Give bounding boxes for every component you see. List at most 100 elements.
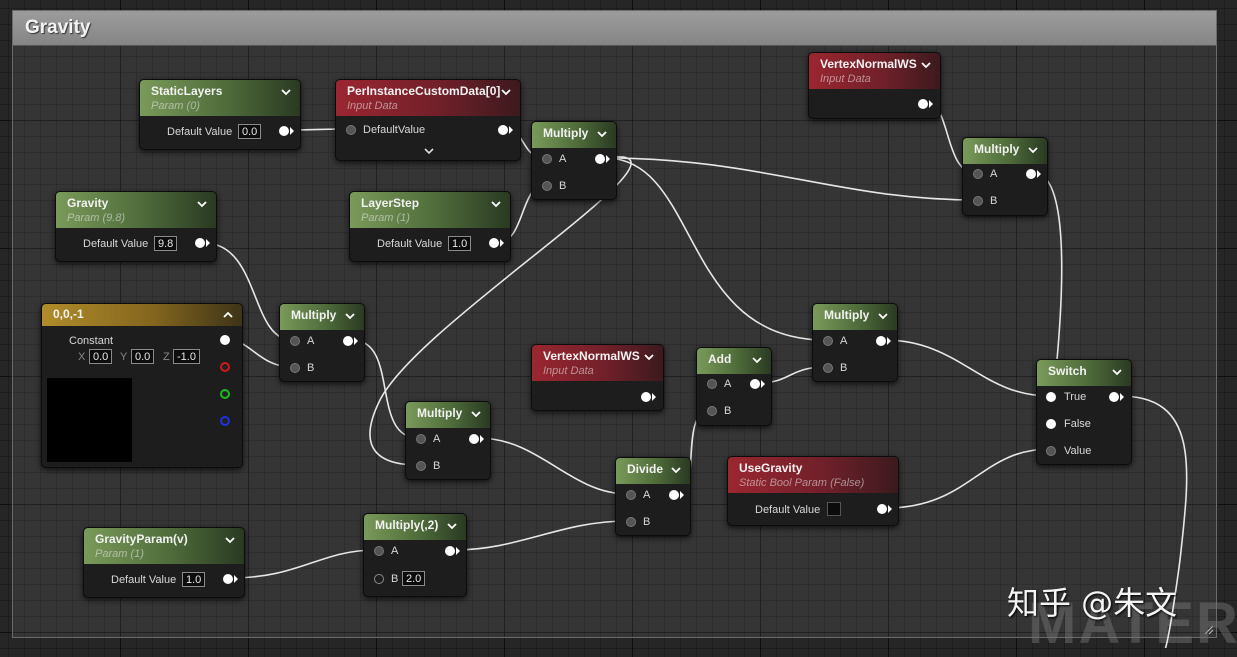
node-divide[interactable]: Divide A B [615, 457, 691, 536]
output-pin-b[interactable] [220, 416, 230, 426]
chevron-down-icon[interactable] [919, 58, 933, 72]
node-header[interactable]: Multiply [280, 304, 364, 330]
output-pin[interactable] [469, 434, 479, 444]
node-use-gravity[interactable]: UseGravity Static Bool Param (False) Def… [727, 456, 899, 526]
output-pin[interactable] [918, 99, 928, 109]
node-header[interactable]: Multiply [532, 122, 616, 148]
node-header[interactable]: Divide [616, 458, 690, 484]
input-pin-true[interactable] [1046, 392, 1056, 402]
input-pin-a[interactable] [416, 434, 426, 444]
chevron-up-icon[interactable] [221, 308, 235, 322]
node-layer-step[interactable]: LayerStep Param (1) Default Value 1.0 [349, 191, 511, 262]
output-pin[interactable] [498, 125, 508, 135]
output-pin[interactable] [1109, 392, 1119, 402]
chevron-down-icon[interactable] [499, 85, 513, 99]
node-gravity-param[interactable]: GravityParam(v) Param (1) Default Value … [83, 527, 245, 598]
node-per-instance-custom-data[interactable]: PerInstanceCustomData[0] Input Data Defa… [335, 79, 521, 161]
output-pin-r[interactable] [220, 362, 230, 372]
node-header[interactable]: Gravity Param (9.8) [56, 192, 216, 228]
input-pin-b[interactable] [416, 461, 426, 471]
b-value-field[interactable]: 2.0 [402, 571, 426, 586]
node-header[interactable]: StaticLayers Param (0) [140, 80, 300, 116]
default-value-field[interactable]: 1.0 [182, 572, 206, 587]
node-header[interactable]: 0,0,-1 [42, 304, 242, 326]
chevron-down-icon[interactable] [876, 309, 890, 323]
output-pin[interactable] [279, 126, 289, 136]
input-pin-a[interactable] [973, 169, 983, 179]
node-multiply[interactable]: Multiply A B [405, 401, 491, 480]
chevron-down-icon[interactable] [750, 353, 764, 367]
default-value-checkbox[interactable] [827, 502, 841, 516]
chevron-down-icon[interactable] [445, 519, 459, 533]
output-pin[interactable] [669, 490, 679, 500]
default-value-field[interactable]: 9.8 [154, 236, 178, 251]
node-header[interactable]: GravityParam(v) Param (1) [84, 528, 244, 564]
input-pin-b[interactable] [542, 181, 552, 191]
chevron-down-icon[interactable] [595, 127, 609, 141]
node-header[interactable]: VertexNormalWS Input Data [809, 53, 940, 89]
input-pin-a[interactable] [707, 379, 717, 389]
node-multiply[interactable]: Multiply A B [962, 137, 1048, 216]
node-multiply[interactable]: Multiply A B [812, 303, 898, 382]
node-header[interactable]: Multiply [963, 138, 1047, 164]
output-pin[interactable] [445, 546, 455, 556]
chevron-down-icon[interactable] [223, 533, 237, 547]
node-multiply-const[interactable]: Multiply(,2) A B 2.0 [363, 513, 467, 597]
node-multiply[interactable]: Multiply A B [279, 303, 365, 382]
output-pin[interactable] [223, 574, 233, 584]
chevron-down-icon[interactable] [279, 85, 293, 99]
output-pin-rgb[interactable] [220, 335, 230, 345]
chevron-down-icon[interactable] [469, 407, 483, 421]
output-pin[interactable] [595, 154, 605, 164]
output-pin[interactable] [876, 336, 886, 346]
output-pin[interactable] [489, 238, 499, 248]
input-pin-a[interactable] [823, 336, 833, 346]
node-header[interactable]: LayerStep Param (1) [350, 192, 510, 228]
default-value-field[interactable]: 0.0 [238, 124, 262, 139]
chevron-down-icon[interactable] [422, 144, 436, 158]
default-value-field[interactable]: 1.0 [448, 236, 472, 251]
chevron-down-icon[interactable] [489, 197, 503, 211]
node-vertex-normal-ws[interactable]: VertexNormalWS Input Data [531, 344, 664, 411]
input-pin-b[interactable] [626, 517, 636, 527]
chevron-down-icon[interactable] [195, 197, 209, 211]
chevron-down-icon[interactable] [1026, 143, 1040, 157]
input-pin-a[interactable] [542, 154, 552, 164]
input-pin-false[interactable] [1046, 419, 1056, 429]
chevron-down-icon[interactable] [1110, 365, 1124, 379]
node-header[interactable]: Multiply [813, 304, 897, 330]
input-pin-b[interactable] [707, 406, 717, 416]
y-value-field[interactable]: 0.0 [131, 349, 155, 364]
chevron-down-icon[interactable] [343, 309, 357, 323]
input-pin-a[interactable] [626, 490, 636, 500]
node-header[interactable]: UseGravity Static Bool Param (False) [728, 457, 898, 493]
output-pin-g[interactable] [220, 389, 230, 399]
node-constant-vector[interactable]: 0,0,-1 Constant X 0.0 Y 0.0 Z -1.0 [41, 303, 243, 468]
node-header[interactable]: VertexNormalWS Input Data [532, 345, 663, 381]
input-pin-default-value[interactable] [346, 125, 356, 135]
node-header[interactable]: Multiply [406, 402, 490, 428]
node-vertex-normal-ws[interactable]: VertexNormalWS Input Data [808, 52, 941, 119]
node-add[interactable]: Add A B [696, 347, 772, 426]
output-pin[interactable] [877, 504, 887, 514]
chevron-down-icon[interactable] [642, 350, 656, 364]
node-header[interactable]: Multiply(,2) [364, 514, 466, 540]
node-header[interactable]: PerInstanceCustomData[0] Input Data [336, 80, 520, 116]
output-pin[interactable] [750, 379, 760, 389]
node-switch[interactable]: Switch True False Value [1036, 359, 1132, 465]
input-pin-a[interactable] [290, 336, 300, 346]
input-pin-value[interactable] [1046, 446, 1056, 456]
output-pin[interactable] [641, 392, 651, 402]
node-header[interactable]: Add [697, 348, 771, 374]
node-header[interactable]: Switch [1037, 360, 1131, 386]
z-value-field[interactable]: -1.0 [173, 349, 200, 364]
x-value-field[interactable]: 0.0 [89, 349, 113, 364]
input-pin-b[interactable] [290, 363, 300, 373]
node-static-layers[interactable]: StaticLayers Param (0) Default Value 0.0 [139, 79, 301, 150]
output-pin[interactable] [343, 336, 353, 346]
node-multiply[interactable]: Multiply A B [531, 121, 617, 200]
chevron-down-icon[interactable] [669, 463, 683, 477]
input-pin-b[interactable] [973, 196, 983, 206]
input-pin-b[interactable] [823, 363, 833, 373]
input-pin-b[interactable] [374, 574, 384, 584]
